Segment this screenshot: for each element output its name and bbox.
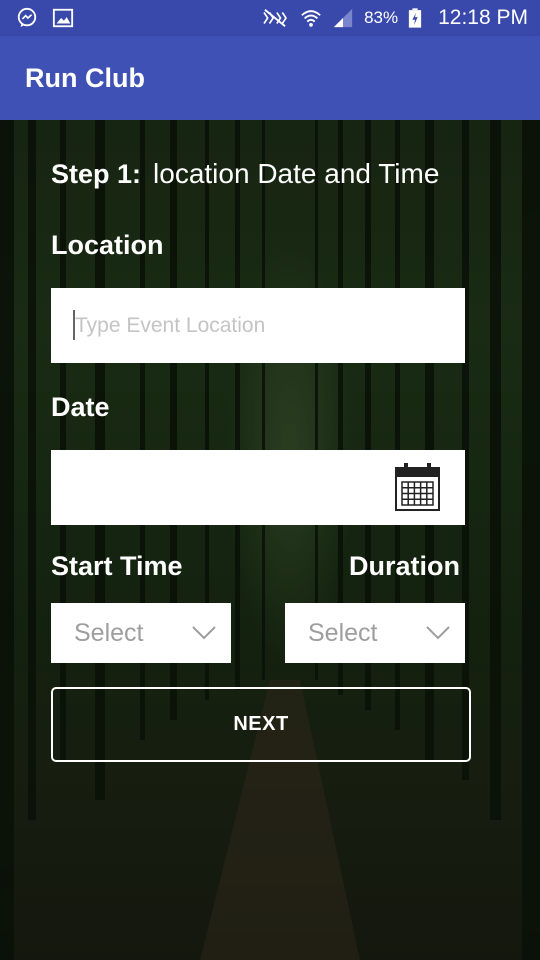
step-label: Step 1: [51,159,142,189]
image-icon [52,8,74,28]
status-left-icons [16,7,74,29]
chevron-down-icon [192,626,216,640]
battery-charging-icon [408,8,422,28]
step-description: location Date and Time [153,158,440,189]
status-time: 12:18 PM [438,6,528,29]
date-input[interactable] [51,450,465,525]
start-time-label: Start Time [51,551,183,581]
messenger-icon [17,7,37,28]
mute-icon [263,9,288,27]
location-input[interactable] [51,288,465,363]
status-bar: 83% 12:18 PM [0,0,540,36]
duration-value: Select [308,618,378,647]
start-time-select[interactable]: Select [51,603,231,663]
text-cursor [73,310,75,340]
chevron-down-icon [426,626,450,640]
location-label: Location [51,230,164,260]
signal-icon [333,8,353,28]
duration-label: Duration [349,551,460,581]
duration-select[interactable]: Select [285,603,465,663]
next-button[interactable]: NEXT [51,687,471,762]
app-title: Run Club [25,62,145,93]
status-right-icons: 83% 12:18 PM [260,6,528,30]
calendar-icon[interactable] [394,462,441,512]
step-heading: Step 1: location Date and Time [51,158,439,190]
app-bar: Run Club [0,36,540,120]
battery-percent: 83% [364,8,399,27]
date-label: Date [51,392,110,422]
form-content: Step 1: location Date and Time Location … [0,120,540,960]
start-time-value: Select [74,618,144,647]
wifi-icon [301,10,321,27]
